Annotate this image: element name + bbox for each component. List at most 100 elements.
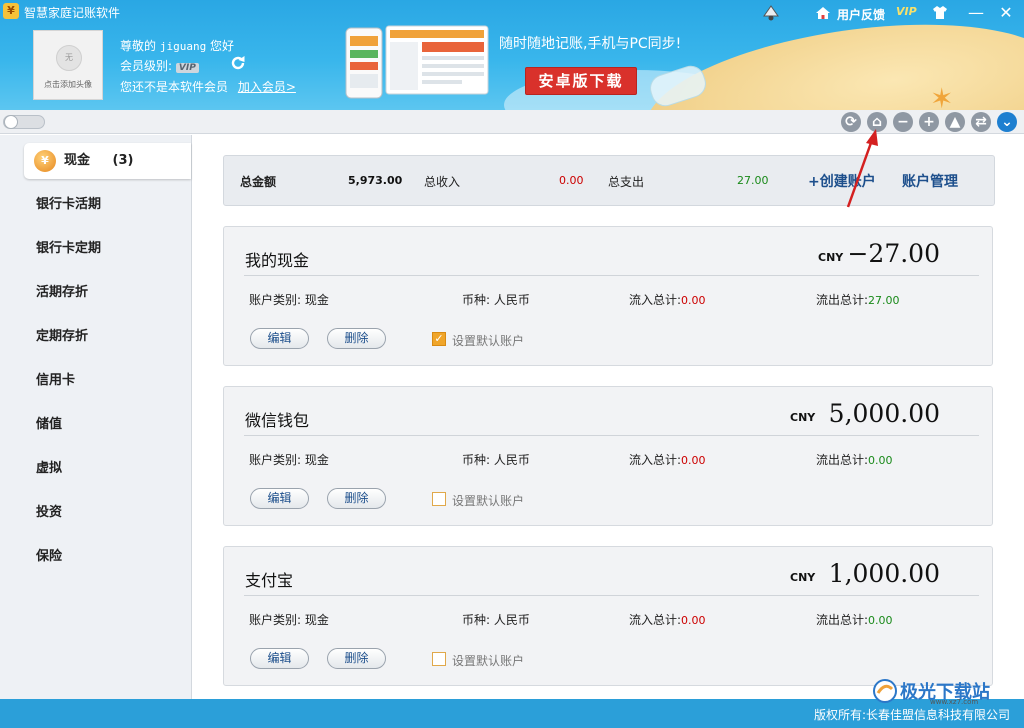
- outflow-label: 流出总计:: [816, 613, 869, 627]
- vip-icon[interactable]: VIP: [896, 5, 917, 18]
- edit-button[interactable]: 编辑: [250, 648, 309, 669]
- outflow-label: 流出总计:: [816, 293, 869, 307]
- account-currency: CNY: [790, 411, 816, 424]
- coin-icon: ¥: [34, 150, 56, 172]
- edit-button[interactable]: 编辑: [250, 328, 309, 349]
- account-type-value: 现金: [304, 613, 329, 627]
- inflow-label: 流入总计:: [629, 293, 682, 307]
- default-account-checkbox[interactable]: ✓: [432, 332, 446, 346]
- summary-bar: 总金额 5,973.00 总收入 0.00 总支出 27.00 +创建账户 账户…: [223, 155, 995, 206]
- refresh-icon[interactable]: [229, 54, 247, 72]
- sidebar-item-bank-fixed[interactable]: 银行卡定期: [0, 227, 190, 271]
- income-label: 总收入: [424, 175, 461, 189]
- sidebar-item-bank-current[interactable]: 银行卡活期: [0, 183, 190, 227]
- member-level: 会员级别: VIP: [120, 57, 199, 74]
- inflow-total: 流入总计:0.00: [629, 451, 706, 468]
- delete-button[interactable]: 删除: [327, 648, 386, 669]
- promo-text: 随时随地记账,手机与PC同步!: [499, 36, 682, 52]
- sidebar-item-virtual[interactable]: 虚拟: [0, 447, 190, 491]
- currency-label: 币种:: [462, 613, 491, 627]
- chevron-down-icon[interactable]: ⌄: [997, 112, 1017, 132]
- account-type-value: 现金: [304, 453, 329, 467]
- account-balance: −27.00: [847, 239, 940, 268]
- user-feedback-link[interactable]: 用户反馈: [837, 6, 885, 23]
- currency-value: 人民币: [493, 453, 530, 467]
- account-type-value: 现金: [304, 293, 329, 307]
- close-button[interactable]: ✕: [996, 3, 1016, 23]
- sidebar-item-label: 现金: [64, 153, 91, 168]
- income-value: 0.00: [559, 174, 584, 187]
- account-currency-field: 币种: 人民币: [462, 291, 530, 308]
- default-account-checkbox[interactable]: [432, 652, 446, 666]
- account-card: 支付宝 CNY 1,000.00 账户类别: 现金 币种: 人民币 流入总计:0…: [223, 546, 993, 686]
- account-management-link[interactable]: 账户管理: [902, 171, 958, 191]
- sidebar-item-count: (3): [112, 153, 134, 168]
- home-icon[interactable]: ⌂: [867, 112, 887, 132]
- plus-icon[interactable]: +: [919, 112, 939, 132]
- sidebar-item-stored-value[interactable]: 储值: [0, 403, 190, 447]
- sidebar-toggle[interactable]: [3, 115, 45, 129]
- expense-value: 27.00: [737, 174, 769, 187]
- landscape-icon[interactable]: ▲: [945, 112, 965, 132]
- card-divider: [244, 595, 979, 596]
- expense-label: 总支出: [608, 175, 645, 189]
- app-logo-icon: ¥: [3, 3, 19, 19]
- currency-label: 币种:: [462, 293, 491, 307]
- copyright-text: 版权所有:长春佳盟信息科技有限公司: [813, 708, 1010, 722]
- account-type-label: 账户类别:: [249, 453, 302, 467]
- card-divider: [244, 435, 979, 436]
- currency-value: 人民币: [493, 613, 530, 627]
- default-account-label[interactable]: 设置默认账户: [452, 332, 524, 349]
- sidebar: ¥ 现金 (3) 银行卡活期 银行卡定期 活期存折 定期存折 信用卡 储值 虚拟…: [0, 135, 192, 699]
- outflow-value: 27.00: [868, 294, 900, 307]
- account-card: 我的现金 CNY −27.00 账户类别: 现金 币种: 人民币 流入总计:0.…: [223, 226, 993, 366]
- outflow-value: 0.00: [868, 614, 893, 627]
- account-type: 账户类别: 现金: [249, 451, 329, 468]
- sidebar-item-cash[interactable]: ¥ 现金 (3): [24, 143, 191, 179]
- account-card: 微信钱包 CNY 5,000.00 账户类别: 现金 币种: 人民币 流入总计:…: [223, 386, 993, 526]
- inflow-value: 0.00: [681, 294, 706, 307]
- greeting: 尊敬的 jiguang 您好: [120, 37, 234, 54]
- account-balance: 1,000.00: [828, 559, 940, 588]
- toolbar: ⟳ ⌂ − + ▲ ⇄ ⌄: [0, 110, 1024, 134]
- account-type: 账户类别: 现金: [249, 611, 329, 628]
- android-download-button[interactable]: 安卓版下载: [525, 67, 637, 95]
- account-balance: 5,000.00: [828, 399, 940, 428]
- sidebar-item-investment[interactable]: 投资: [0, 491, 190, 535]
- edit-button[interactable]: 编辑: [250, 488, 309, 509]
- account-type-label: 账户类别:: [249, 613, 302, 627]
- delete-button[interactable]: 删除: [327, 328, 386, 349]
- avatar[interactable]: 无 点击添加头像: [33, 30, 103, 100]
- sidebar-item-credit-card[interactable]: 信用卡: [0, 359, 190, 403]
- account-currency: CNY: [818, 251, 844, 264]
- account-name: 微信钱包: [245, 411, 310, 430]
- create-account-link[interactable]: +创建账户: [808, 171, 876, 191]
- footer: 版权所有:长春佳盟信息科技有限公司: [0, 699, 1024, 728]
- swap-icon[interactable]: ⇄: [971, 112, 991, 132]
- default-account-label[interactable]: 设置默认账户: [452, 492, 524, 509]
- sidebar-item-current-passbook[interactable]: 活期存折: [0, 271, 190, 315]
- sidebar-item-fixed-passbook[interactable]: 定期存折: [0, 315, 190, 359]
- default-account-label[interactable]: 设置默认账户: [452, 652, 524, 669]
- account-currency: CNY: [790, 571, 816, 584]
- sidebar-item-insurance[interactable]: 保险: [0, 535, 190, 579]
- outflow-total: 流出总计:0.00: [816, 451, 893, 468]
- inflow-value: 0.00: [681, 454, 706, 467]
- username: jiguang: [159, 40, 207, 53]
- app-preview-image: [345, 25, 489, 99]
- outflow-total: 流出总计:27.00: [816, 291, 900, 308]
- join-member-link[interactable]: 加入会员>: [238, 80, 296, 94]
- refresh-icon[interactable]: ⟳: [841, 112, 861, 132]
- default-account-checkbox[interactable]: [432, 492, 446, 506]
- account-currency-field: 币种: 人民币: [462, 611, 530, 628]
- skin-icon[interactable]: [760, 4, 782, 22]
- greeting-prefix: 尊敬的: [120, 39, 157, 53]
- minus-icon[interactable]: −: [893, 112, 913, 132]
- watermark-logo-icon: [873, 679, 897, 703]
- minimize-button[interactable]: —: [966, 3, 986, 23]
- feedback-home-icon[interactable]: [815, 6, 831, 20]
- tshirt-icon[interactable]: [932, 5, 948, 20]
- card-divider: [244, 275, 979, 276]
- membership-line: 您还不是本软件会员 加入会员>: [120, 78, 296, 95]
- delete-button[interactable]: 删除: [327, 488, 386, 509]
